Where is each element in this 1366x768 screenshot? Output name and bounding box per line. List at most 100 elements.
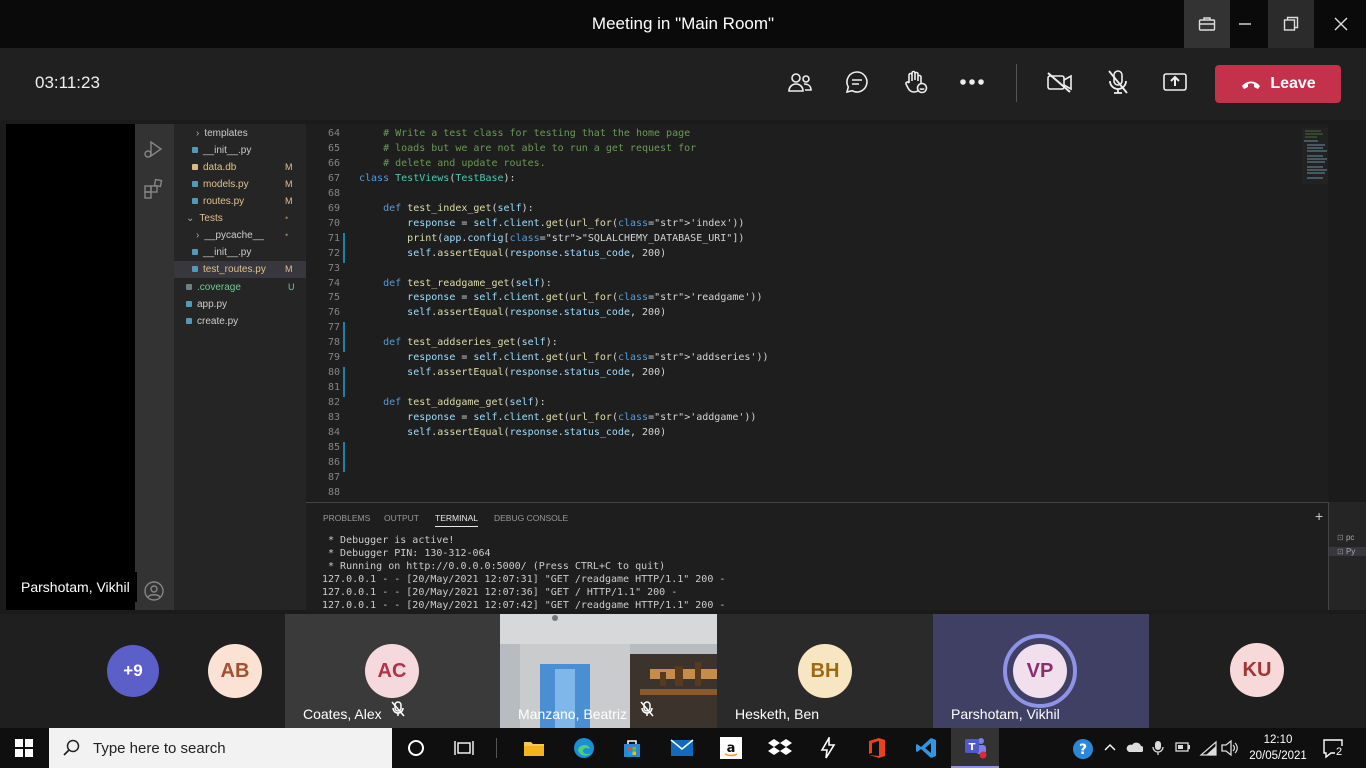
account-icon [144,581,164,601]
minimize-button[interactable] [1222,0,1268,48]
terminal-tab[interactable]: ⊡ pc [1337,533,1354,542]
more-options-button[interactable] [952,62,992,102]
code-line[interactable]: self.assertEqual(response.status_code, 2… [359,367,666,378]
dropbox-app[interactable] [756,728,804,768]
file-explorer-app[interactable] [510,728,558,768]
code-line[interactable]: response = self.client.get(url_for(class… [359,352,768,363]
explorer-folder-tests[interactable]: ⌄ Tests • [186,210,318,227]
close-button[interactable] [1318,0,1364,48]
participant-tile[interactable]: AB [180,614,285,728]
meeting-timer: 03:11:23 [35,73,100,92]
code-line[interactable]: def test_addseries_get(self): [359,337,558,348]
tab-problems[interactable]: PROBLEMS [323,513,370,523]
code-line[interactable]: self.assertEqual(response.status_code, 2… [359,427,666,438]
cortana-button[interactable] [392,728,440,768]
code-line[interactable]: response = self.client.get(url_for(class… [359,412,756,423]
code-line[interactable]: self.assertEqual(response.status_code, 2… [359,248,666,259]
explorer-item[interactable]: models.py M [192,176,324,193]
taskbar-clock[interactable]: 12:10 20/05/2021 [1246,732,1310,764]
code-line[interactable]: self.assertEqual(response.status_code, 2… [359,307,666,318]
code-line[interactable]: # Write a test class for testing that th… [359,128,690,139]
python-file-icon [186,301,192,307]
line-number: 67 [327,172,340,184]
microphone-icon[interactable] [1152,740,1164,761]
line-number: 82 [327,397,340,409]
battery-icon[interactable] [1175,740,1191,759]
explorer-item[interactable]: __init__.py [192,244,324,261]
tab-debug-console[interactable]: DEBUG CONSOLE [494,513,568,523]
mic-off-icon [640,701,654,722]
taskbar-search[interactable]: Type here to search [49,728,392,768]
start-button[interactable] [0,728,48,768]
amazon-app[interactable]: a [707,728,755,768]
notifications-button[interactable]: 2 [1322,738,1346,765]
shared-screen: › templates __init__.py data.db M models.p… [0,120,1366,614]
participant-tile-speaking[interactable]: VP Parshotam, Vikhil [933,614,1149,728]
python-file-icon [192,147,198,153]
code-line[interactable]: def test_index_get(self): [359,203,534,214]
code-line[interactable]: class TestViews(TestBase): [359,173,516,184]
avatar: AC [365,644,419,698]
lightning-app[interactable] [804,728,852,768]
tab-terminal[interactable]: TERMINAL [435,513,478,527]
code-line[interactable]: def test_addgame_get(self): [359,397,546,408]
teams-app[interactable]: T [951,728,999,768]
terminal-line: * Debugger is active! [322,535,455,546]
camera-toggle-button[interactable] [1040,62,1080,102]
participant-video-tile[interactable]: Manzano, Beatriz [500,614,717,728]
line-number: 72 [327,247,340,259]
avatar: BH [798,644,852,698]
code-line[interactable]: response = self.client.get(url_for(class… [359,292,762,303]
explorer-item[interactable]: .coverage U [186,279,318,296]
avatar: AB [208,644,262,698]
task-view-button[interactable] [440,728,488,768]
line-number: 78 [327,337,340,349]
leave-label: Leave [1270,75,1316,92]
explorer-item-selected[interactable]: test_routes.py M [174,261,306,278]
terminal-line: 127.0.0.1 - - [20/May/2021 12:07:31] "GE… [322,574,726,585]
wifi-icon[interactable] [1199,740,1217,761]
minimap[interactable] [1302,128,1328,184]
vscode-app[interactable] [902,728,950,768]
code-line[interactable]: response = self.client.get(url_for(class… [359,218,744,229]
edge-app[interactable] [560,728,608,768]
participants-button[interactable] [780,62,820,102]
chevron-up-icon[interactable] [1104,740,1116,759]
code-editor[interactable]: 64 # Write a test class for testing that… [306,124,1328,502]
explorer-item[interactable]: create.py [186,313,238,330]
store-app[interactable] [608,728,656,768]
hand-icon [905,70,928,94]
raise-hand-button[interactable] [895,62,935,102]
office-app[interactable] [853,728,901,768]
code-line[interactable]: # loads but we are not able to run a get… [359,143,696,154]
onedrive-icon[interactable] [1125,740,1144,759]
code-line[interactable]: print(app.config[class="str">"SQLALCHEMY… [359,233,744,244]
tab-output[interactable]: OUTPUT [384,513,419,523]
explorer-item[interactable]: routes.py M [192,193,324,210]
people-icon [788,73,812,92]
leave-button[interactable]: Leave [1215,65,1341,103]
participant-name: Parshotam, Vikhil [951,706,1060,722]
terminal-tab-active[interactable]: ⊡ Py [1329,547,1366,556]
share-button[interactable] [1155,62,1195,102]
participant-tile[interactable]: AC Coates, Alex [285,614,500,728]
mic-toggle-button[interactable] [1098,62,1138,102]
git-change-marker [343,441,345,472]
restore-button[interactable] [1268,0,1314,48]
volume-icon[interactable] [1221,739,1239,761]
python-file-icon [192,249,198,255]
windows-icon [15,739,33,757]
code-line[interactable]: def test_readgame_get(self): [359,278,552,289]
more-participants-button[interactable]: +9 [107,645,159,697]
code-line[interactable]: # delete and update routes. [359,158,546,169]
help-icon[interactable]: ? [1072,738,1094,765]
explorer-item[interactable]: › templates [196,125,248,142]
explorer-item[interactable]: __init__.py [192,142,324,159]
participant-tile[interactable]: BH Hesketh, Ben [717,614,933,728]
explorer-item[interactable]: data.db M [192,159,324,176]
explorer-item[interactable]: app.py [186,296,227,313]
mail-app[interactable] [658,728,706,768]
participant-tile[interactable]: KU [1149,614,1366,728]
chat-button[interactable] [837,62,877,102]
new-terminal-icon[interactable]: + [1315,508,1323,524]
